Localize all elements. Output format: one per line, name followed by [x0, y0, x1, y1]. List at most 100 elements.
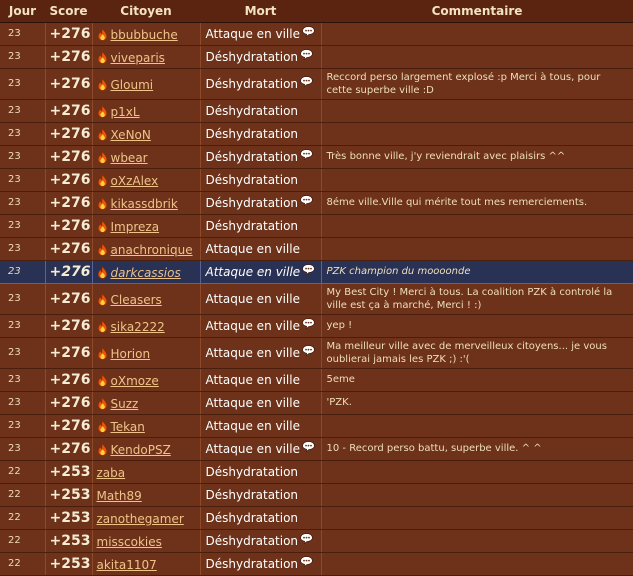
- citizen-link[interactable]: misscokies: [97, 535, 162, 549]
- citizen-link[interactable]: anachronique: [111, 243, 193, 257]
- citizen-cell: Tekan: [92, 413, 201, 438]
- table-row: 23 +276 Suzz Attaque en ville 'PZK.: [0, 390, 633, 415]
- header-score: Score: [45, 0, 92, 23]
- table-row: 23 +276 oXmoze Attaque en ville 5eme: [0, 367, 633, 392]
- death-cause: Déshydratation: [205, 218, 299, 233]
- death-cause: Déshydratation: [205, 103, 299, 118]
- death-cell: Attaque en ville: [200, 313, 322, 338]
- citizen-cell: kikassdbrik: [92, 190, 201, 215]
- citizen-link[interactable]: bbubbuche: [111, 28, 178, 42]
- citizen-link[interactable]: Gloumi: [111, 78, 154, 92]
- citizen-link[interactable]: viveparis: [111, 51, 165, 65]
- day-cell: 23: [0, 236, 46, 261]
- score-cell: +276: [45, 98, 93, 123]
- score-cell: +276: [45, 167, 93, 192]
- table-row: 23 +276 viveparis Déshydratation: [0, 44, 633, 69]
- death-cause: Attaque en ville: [205, 291, 300, 306]
- table-row: 23 +276 Impreza Déshydratation: [0, 213, 633, 238]
- comment-cell: yep !: [321, 313, 633, 338]
- comment-cell: [321, 21, 633, 46]
- score-cell: +253: [45, 505, 93, 530]
- comment-cell: [321, 213, 633, 238]
- citizen-link[interactable]: wbear: [111, 151, 148, 165]
- death-cell: Déshydratation: [200, 167, 322, 192]
- header-row: Jour Score Citoyen Mort Commentaire: [0, 0, 633, 23]
- score-cell: +253: [45, 551, 93, 576]
- table-header: Jour Score Citoyen Mort Commentaire: [0, 0, 633, 23]
- citizen-cell: zaba: [92, 459, 201, 484]
- death-cell: Déshydratation: [200, 98, 322, 123]
- citizen-link[interactable]: Impreza: [111, 220, 160, 234]
- day-cell: 23: [0, 144, 46, 169]
- flame-icon: [97, 220, 107, 233]
- speech-bubble-icon[interactable]: [302, 26, 315, 37]
- citizen-link[interactable]: zanothegamer: [97, 512, 184, 526]
- table-row: 23 +276 wbear Déshydratation Très bonne …: [0, 144, 633, 169]
- death-cell: Attaque en ville: [200, 236, 322, 261]
- citizen-link[interactable]: oXmoze: [111, 374, 159, 388]
- flame-icon: [97, 266, 107, 279]
- citizen-link[interactable]: XeNoN: [111, 128, 151, 142]
- speech-bubble-icon[interactable]: [302, 264, 315, 275]
- table-row: 22 +253 akita1107 Déshydratation: [0, 551, 633, 576]
- death-cause: Attaque en ville: [205, 372, 300, 387]
- citizen-link[interactable]: sika2222: [111, 320, 165, 334]
- speech-bubble-icon[interactable]: [300, 149, 313, 160]
- flame-icon: [97, 174, 107, 187]
- speech-bubble-icon[interactable]: [300, 195, 313, 206]
- table-row: 23 +276 Tekan Attaque en ville: [0, 413, 633, 438]
- citizen-link[interactable]: Horion: [111, 347, 151, 361]
- table-row: 23 +276 Gloumi Déshydratation Reccord pe…: [0, 67, 633, 100]
- death-cause: Déshydratation: [205, 196, 299, 210]
- death-cell: Déshydratation: [200, 482, 322, 507]
- comment-cell: [321, 528, 633, 553]
- citizen-cell: anachronique: [92, 236, 201, 261]
- speech-bubble-icon[interactable]: [302, 345, 315, 356]
- death-cause: Déshydratation: [205, 77, 299, 91]
- score-cell: +253: [45, 528, 93, 553]
- speech-bubble-icon[interactable]: [300, 533, 313, 544]
- score-cell: +276: [45, 44, 93, 69]
- citizen-cell: viveparis: [92, 44, 201, 69]
- speech-bubble-icon[interactable]: [302, 318, 315, 329]
- speech-bubble-icon[interactable]: [302, 441, 315, 452]
- score-cell: +276: [45, 313, 93, 338]
- death-cell: Déshydratation: [200, 44, 322, 69]
- citizen-link[interactable]: Math89: [97, 489, 142, 503]
- citizen-link[interactable]: darkcassios: [111, 266, 181, 280]
- header-commentaire: Commentaire: [321, 0, 633, 23]
- citizen-link[interactable]: p1xL: [111, 105, 140, 119]
- table-row: 23 +276 oXzAlex Déshydratation: [0, 167, 633, 192]
- death-cause: Déshydratation: [205, 510, 299, 525]
- citizen-cell: Math89: [92, 482, 201, 507]
- citizen-cell: Cleasers: [92, 282, 201, 315]
- citizen-link[interactable]: Suzz: [111, 397, 139, 411]
- header-jour: Jour: [0, 0, 45, 23]
- score-cell: +276: [45, 259, 93, 284]
- death-cause: Déshydratation: [205, 50, 299, 64]
- death-cell: Déshydratation: [200, 213, 322, 238]
- comment-cell: Reccord perso largement explosé :p Merci…: [321, 67, 633, 100]
- flame-icon: [97, 78, 107, 91]
- comment-cell: Très bonne ville, j'y reviendrait avec p…: [321, 144, 633, 169]
- score-cell: +253: [45, 482, 93, 507]
- speech-bubble-icon[interactable]: [300, 76, 313, 87]
- citizen-link[interactable]: oXzAlex: [111, 174, 159, 188]
- comment-cell: [321, 236, 633, 261]
- flame-icon: [97, 28, 107, 41]
- score-cell: +276: [45, 436, 93, 461]
- day-cell: 23: [0, 313, 46, 338]
- death-cause: Attaque en ville: [205, 395, 300, 410]
- score-cell: +276: [45, 236, 93, 261]
- citizen-link[interactable]: zaba: [97, 466, 126, 480]
- day-cell: 23: [0, 282, 46, 315]
- score-cell: +276: [45, 21, 93, 46]
- speech-bubble-icon[interactable]: [300, 556, 313, 567]
- citizen-link[interactable]: Tekan: [111, 420, 145, 434]
- speech-bubble-icon[interactable]: [300, 49, 313, 60]
- citizen-link[interactable]: akita1107: [97, 558, 157, 572]
- citizen-link[interactable]: kikassdbrik: [111, 197, 178, 211]
- citizen-link[interactable]: Cleasers: [111, 293, 162, 307]
- citizen-link[interactable]: KendoPSZ: [111, 443, 171, 457]
- flame-icon: [97, 374, 107, 387]
